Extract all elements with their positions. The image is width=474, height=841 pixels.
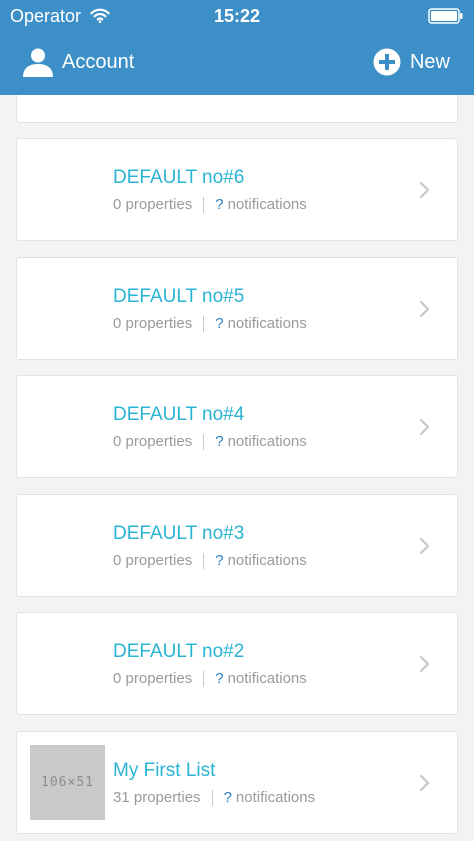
list-card[interactable]: DEFAULT no#2 0 properties ? notification… bbox=[16, 612, 458, 715]
top-bar: Operator 15:22 Account New bbox=[0, 0, 474, 95]
notifications-count: ? bbox=[223, 789, 232, 806]
list-card[interactable]: DEFAULT no#5 0 properties ? notification… bbox=[16, 257, 458, 360]
meta-divider bbox=[203, 670, 205, 687]
list-card[interactable]: DEFAULT no#3 0 properties ? notification… bbox=[16, 494, 458, 597]
clock: 15:22 bbox=[213, 6, 261, 26]
chevron-right-icon bbox=[419, 774, 430, 792]
chevron-right-icon bbox=[419, 418, 430, 436]
meta-divider bbox=[203, 196, 205, 213]
thumbnail-placeholder-text: 106×51 bbox=[41, 775, 94, 790]
notifications-count: ? bbox=[215, 552, 224, 569]
status-bar: Operator 15:22 bbox=[0, 0, 474, 32]
chevron-right-icon bbox=[419, 181, 430, 199]
properties-count: 0 properties bbox=[113, 315, 193, 332]
chevron-right-icon bbox=[419, 300, 430, 318]
list-card[interactable]: DEFAULT no#6 0 properties ? notification… bbox=[16, 138, 458, 241]
account-button[interactable]: Account bbox=[22, 44, 134, 80]
meta-divider bbox=[203, 433, 205, 450]
chevron-right-icon bbox=[419, 537, 430, 555]
list-card[interactable]: DEFAULT no#4 0 properties ? notification… bbox=[16, 375, 458, 478]
properties-count: 0 properties bbox=[113, 433, 193, 450]
properties-count: 0 properties bbox=[113, 552, 193, 569]
notifications-count: ? bbox=[215, 433, 224, 450]
list-meta: 0 properties ? notifications bbox=[113, 433, 307, 450]
notifications-label: notifications bbox=[227, 433, 307, 450]
properties-count: 0 properties bbox=[113, 670, 193, 687]
notifications-label: notifications bbox=[227, 315, 307, 332]
plus-circle-icon bbox=[373, 48, 401, 76]
notifications-label: notifications bbox=[227, 196, 307, 213]
meta-divider bbox=[211, 789, 213, 806]
list-title: DEFAULT no#6 bbox=[113, 167, 245, 188]
list-title: DEFAULT no#3 bbox=[113, 523, 245, 544]
account-label: Account bbox=[62, 50, 135, 73]
list-meta: 31 properties ? notifications bbox=[113, 789, 315, 806]
new-label: New bbox=[409, 50, 450, 73]
notifications-count: ? bbox=[215, 670, 224, 687]
battery-icon bbox=[428, 8, 463, 24]
properties-count: 0 properties bbox=[113, 196, 193, 213]
list-title: DEFAULT no#2 bbox=[113, 641, 245, 662]
new-button[interactable]: New bbox=[372, 44, 450, 80]
list-meta: 0 properties ? notifications bbox=[113, 552, 307, 569]
list-meta: 0 properties ? notifications bbox=[113, 315, 307, 332]
properties-count: 31 properties bbox=[113, 789, 201, 806]
list-title: My First List bbox=[113, 760, 216, 781]
meta-divider bbox=[203, 552, 205, 569]
user-icon bbox=[23, 48, 53, 77]
notifications-count: ? bbox=[215, 315, 224, 332]
notifications-count: ? bbox=[215, 196, 224, 213]
notifications-label: notifications bbox=[227, 670, 307, 687]
list-thumbnail: 106×51 bbox=[30, 745, 105, 820]
list-meta: 0 properties ? notifications bbox=[113, 670, 307, 687]
list-title: DEFAULT no#4 bbox=[113, 404, 245, 425]
list-title: DEFAULT no#5 bbox=[113, 286, 245, 307]
notifications-label: notifications bbox=[235, 789, 316, 806]
screen: DEFAULT no#6 0 properties ? notification… bbox=[0, 0, 474, 841]
meta-divider bbox=[203, 315, 205, 332]
list-card[interactable]: 106×51 My First List 31 properties ? not… bbox=[16, 731, 458, 834]
nav-bar: Account New bbox=[0, 32, 474, 95]
notifications-label: notifications bbox=[227, 552, 307, 569]
chevron-right-icon bbox=[419, 655, 430, 673]
list-meta: 0 properties ? notifications bbox=[113, 196, 307, 213]
